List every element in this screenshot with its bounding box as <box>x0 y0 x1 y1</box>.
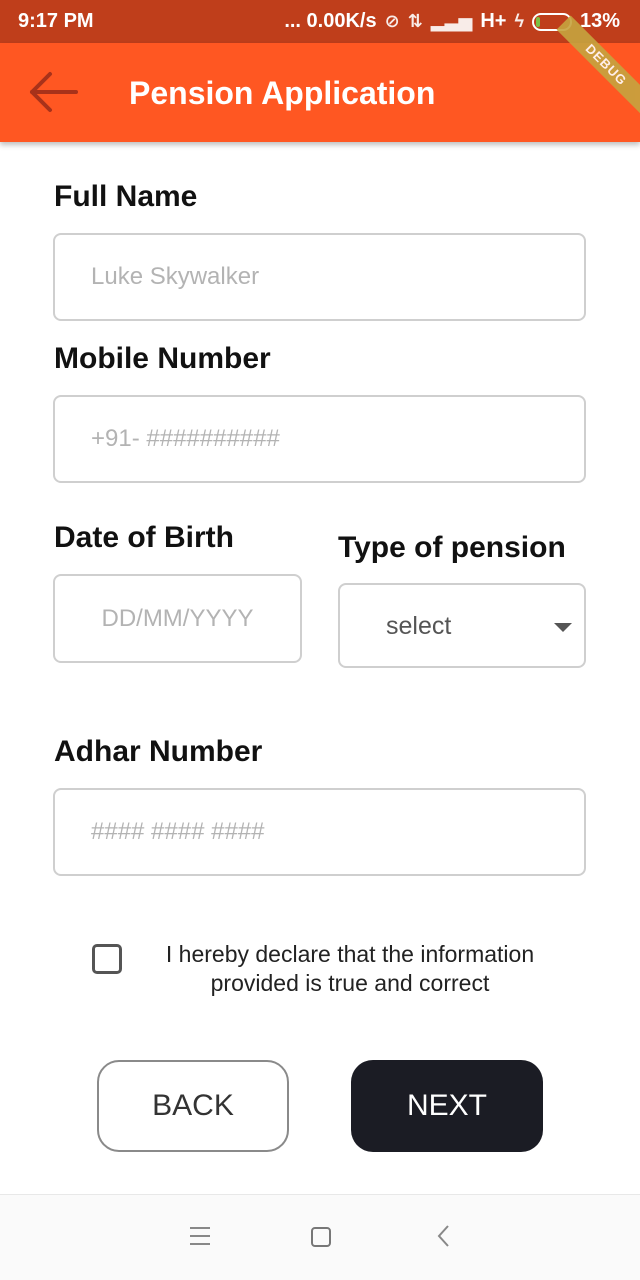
net-speed: ... 0.00K/s <box>284 10 377 32</box>
adhar-input[interactable] <box>55 790 584 874</box>
mobile-label: Mobile Number <box>54 342 271 375</box>
back-arrow-icon[interactable] <box>24 67 84 117</box>
adhar-field <box>53 788 586 876</box>
battery-percent: 13% <box>579 10 620 32</box>
adhar-label: Adhar Number <box>54 735 263 768</box>
next-button[interactable]: NEXT <box>351 1060 543 1152</box>
dropdown-caret-icon <box>554 623 572 632</box>
declaration-text: I hereby declare that the information pr… <box>165 941 535 996</box>
full-name-input[interactable] <box>55 235 584 319</box>
pension-type-value: select <box>386 612 452 640</box>
vibrate-off-icon: ⊘ <box>384 11 400 31</box>
back-button[interactable]: BACK <box>97 1060 289 1152</box>
battery-fill <box>535 16 540 27</box>
full-name-label: Full Name <box>54 180 198 213</box>
status-time: 9:17 PM <box>18 10 94 32</box>
page-title: Pension Application <box>129 75 436 111</box>
status-bar: 9:17 PM ... 0.00K/s ⊘ ⇅ ▂▃▅ H+ ϟ 13% <box>0 0 640 43</box>
mobile-input[interactable] <box>55 397 584 481</box>
mobile-field <box>53 395 586 483</box>
nav-back-icon[interactable] <box>434 1223 454 1249</box>
home-icon[interactable] <box>311 1227 331 1247</box>
pension-type-dropdown[interactable]: select <box>338 583 586 668</box>
dob-input[interactable] <box>55 576 300 661</box>
declaration-checkbox[interactable] <box>92 944 122 974</box>
pension-type-label: Type of pension <box>338 531 566 564</box>
charging-icon: ϟ <box>514 11 524 31</box>
dob-field <box>53 574 302 663</box>
recent-apps-icon[interactable] <box>190 1227 210 1245</box>
system-nav-bar <box>0 1194 640 1280</box>
network-type: H+ <box>480 10 507 32</box>
dob-label: Date of Birth <box>54 521 234 554</box>
data-arrows-icon: ⇅ <box>407 11 423 31</box>
signal-icon: ▂▃▅ <box>430 11 473 31</box>
app-bar: Pension Application DEBUG <box>0 15 640 142</box>
full-name-field <box>53 233 586 321</box>
